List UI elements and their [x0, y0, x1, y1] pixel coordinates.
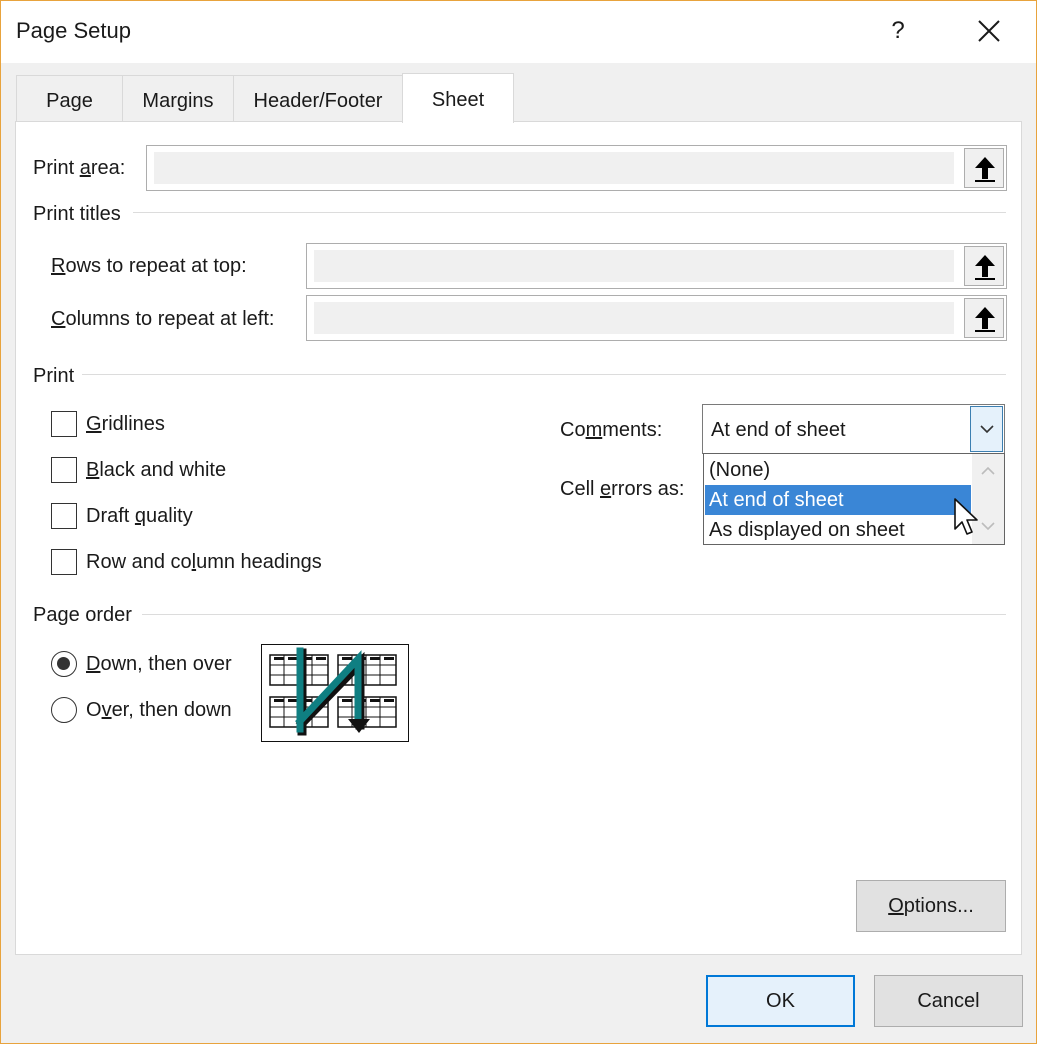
close-icon: [978, 20, 1000, 42]
gridlines-label: Gridlines: [86, 413, 165, 435]
comments-option-as-displayed[interactable]: As displayed on sheet: [705, 515, 971, 545]
row-column-headings-checkbox[interactable]: [51, 549, 77, 575]
row-column-headings-label: Row and column headings: [86, 551, 322, 573]
page-order-heading: Page order: [33, 604, 132, 626]
cell-errors-label: Cell errors as:: [560, 478, 685, 500]
draft-quality-checkbox[interactable]: [51, 503, 77, 529]
gridlines-checkbox[interactable]: [51, 411, 77, 437]
print-heading: Print: [33, 365, 75, 387]
title-bar: Page Setup ?: [1, 1, 1036, 63]
tab-header-footer[interactable]: Header/Footer: [233, 75, 403, 122]
mouse-cursor-icon: [954, 498, 978, 535]
tab-page-label: Page: [46, 90, 93, 112]
print-titles-divider: [133, 212, 1006, 213]
dialog-title: Page Setup: [16, 18, 131, 43]
collapse-dialog-icon: [975, 255, 995, 280]
rows-repeat-input[interactable]: [314, 250, 954, 282]
print-area-collapse-button[interactable]: [964, 148, 1004, 188]
tab-sheet[interactable]: Sheet: [402, 73, 514, 123]
tab-page[interactable]: Page: [16, 75, 123, 122]
columns-repeat-field: [306, 295, 1007, 341]
ok-button[interactable]: OK: [706, 975, 855, 1027]
over-then-down-label: Over, then down: [86, 699, 232, 721]
help-icon: ?: [891, 17, 905, 44]
tab-margins[interactable]: Margins: [122, 75, 234, 122]
tab-sheet-label: Sheet: [431, 89, 485, 111]
columns-repeat-collapse-button[interactable]: [964, 298, 1004, 338]
comments-option-none[interactable]: (None): [705, 455, 971, 485]
down-then-over-label: Down, then over: [86, 653, 232, 675]
page-setup-dialog: Page Setup ? Page Margins Header/Footer …: [0, 0, 1037, 1044]
comments-label: Comments:: [560, 419, 663, 441]
print-titles-heading: Print titles: [33, 203, 121, 225]
cancel-button[interactable]: Cancel: [874, 975, 1023, 1027]
print-area-label: Print area:: [33, 157, 126, 179]
columns-repeat-label: Columns to repeat at left:: [51, 308, 275, 330]
scroll-down-icon[interactable]: [981, 522, 995, 531]
columns-repeat-input[interactable]: [314, 302, 954, 334]
tab-header-footer-label: Header/Footer: [253, 90, 383, 112]
black-white-label: Black and white: [86, 459, 227, 481]
print-divider: [82, 374, 1006, 375]
collapse-dialog-icon: [975, 157, 995, 182]
rows-repeat-label: Rows to repeat at top:: [51, 255, 247, 277]
collapse-dialog-icon: [975, 307, 995, 332]
black-white-checkbox[interactable]: [51, 457, 77, 483]
comments-option-end-of-sheet[interactable]: At end of sheet: [705, 485, 971, 515]
rows-repeat-field: [306, 243, 1007, 289]
tab-margins-label: Margins: [142, 90, 214, 112]
comments-dropdown-list: (None) At end of sheet As displayed on s…: [703, 453, 1005, 545]
draft-quality-label: Draft quality: [86, 505, 193, 527]
page-order-preview: [261, 644, 409, 742]
options-button[interactable]: Options...: [856, 880, 1006, 932]
close-button[interactable]: [961, 9, 1017, 53]
page-order-preview-icon: [269, 647, 397, 736]
page-order-divider: [142, 614, 1006, 615]
over-then-down-radio[interactable]: [51, 697, 77, 723]
rows-repeat-collapse-button[interactable]: [964, 246, 1004, 286]
comments-dropdown-button[interactable]: [970, 406, 1003, 452]
print-area-input[interactable]: [154, 152, 954, 184]
help-button[interactable]: ?: [871, 9, 925, 53]
scroll-up-icon[interactable]: [981, 466, 995, 475]
down-then-over-radio[interactable]: [51, 651, 77, 677]
chevron-down-icon: [980, 425, 994, 434]
comments-combobox[interactable]: At end of sheet: [702, 404, 1005, 454]
print-area-field: [146, 145, 1007, 191]
comments-value: At end of sheet: [711, 419, 846, 441]
